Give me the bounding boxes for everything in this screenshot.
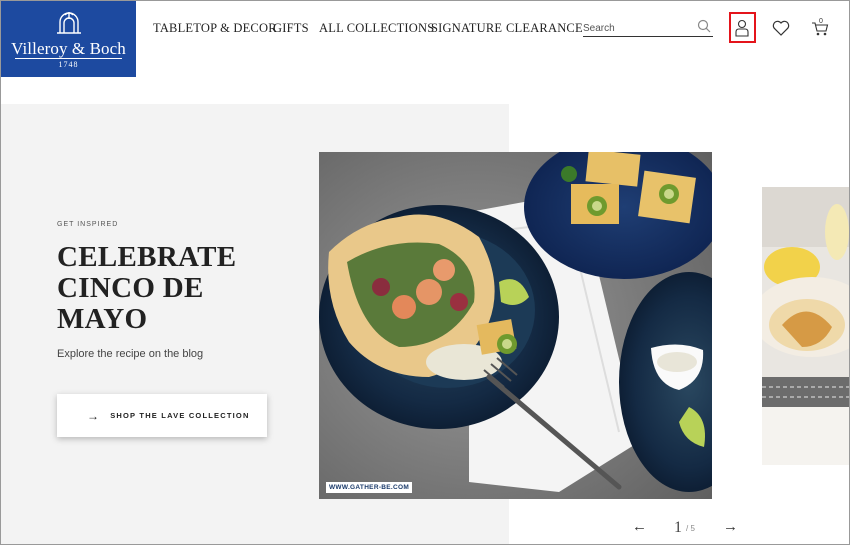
nav-all-collections[interactable]: ALL COLLECTIONS xyxy=(319,21,434,37)
prev-slide-button[interactable]: ← xyxy=(632,518,647,538)
brand-logo[interactable]: Villeroy & Boch 1748 xyxy=(1,1,136,77)
account-icon[interactable] xyxy=(730,16,754,40)
current-slide-number: 1 xyxy=(674,519,682,536)
hero-headline: CELEBRATE CINCO DE MAYO xyxy=(57,241,237,335)
search-bar xyxy=(583,17,713,37)
fountain-logo-icon xyxy=(56,12,81,34)
image-watermark: WWW.GATHER-BE.COM xyxy=(326,482,413,493)
heart-icon[interactable] xyxy=(769,16,793,40)
brand-name: Villeroy & Boch xyxy=(11,39,126,58)
next-slide-button[interactable]: → xyxy=(723,518,738,538)
hero-subtitle[interactable]: Explore the recipe on the blog xyxy=(57,348,203,360)
shop-collection-button[interactable]: → SHOP THE LAVE COLLECTION xyxy=(57,394,267,437)
nav-gifts[interactable]: GIFTS xyxy=(273,21,309,37)
arrow-right-icon: → xyxy=(87,408,101,423)
brand-year: 1748 xyxy=(58,60,79,69)
total-slides: / 5 xyxy=(686,524,695,533)
search-input[interactable] xyxy=(583,20,693,36)
search-icon[interactable] xyxy=(697,19,713,35)
nav-signature[interactable]: SIGNATURE xyxy=(431,21,502,37)
hero-eyebrow: GET INSPIRED xyxy=(57,221,119,228)
cta-label: SHOP THE LAVE COLLECTION xyxy=(110,411,250,420)
hero-image[interactable] xyxy=(319,152,712,499)
nav-clearance[interactable]: CLEARANCE xyxy=(506,21,583,37)
nav-tabletop-decor[interactable]: TABLETOP & DECOR xyxy=(153,21,277,37)
site-header: Villeroy & Boch 1748 TABLETOP & DECOR GI… xyxy=(0,0,850,77)
brand-divider xyxy=(15,58,122,59)
cart-icon[interactable]: 0 xyxy=(808,16,832,40)
next-slide-preview[interactable] xyxy=(762,187,850,465)
cart-count: 0 xyxy=(819,18,823,25)
